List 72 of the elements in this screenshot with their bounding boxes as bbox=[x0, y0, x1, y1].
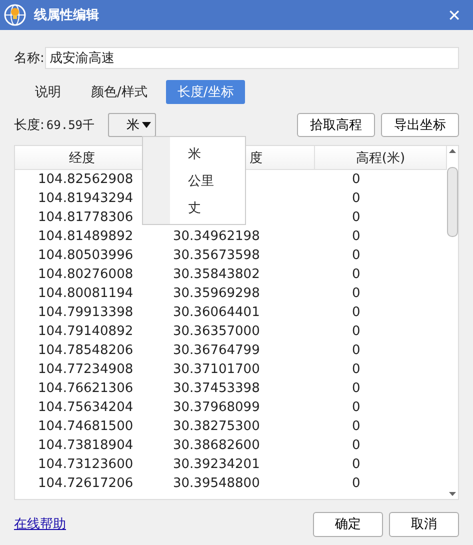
table-cell-text: 0 bbox=[351, 286, 362, 301]
table-cell-text: 0 bbox=[351, 191, 362, 206]
scrollbar[interactable] bbox=[447, 146, 458, 499]
table-cell-text: 104.80503996 bbox=[37, 248, 134, 263]
window-title: 线属性编辑 bbox=[34, 6, 100, 24]
table-cell-text: 104.80081194 bbox=[37, 286, 134, 301]
table-cell-text: 104.79913398 bbox=[37, 305, 134, 320]
scroll-down-arrow-icon[interactable] bbox=[449, 492, 456, 496]
table-cell-text: 30.36064401 bbox=[172, 305, 261, 320]
table-cell-text: 0 bbox=[351, 438, 362, 453]
table-cell-text: 30.35843802 bbox=[172, 267, 261, 282]
table-cell-text: 104.78548206 bbox=[37, 343, 134, 358]
table-cell-text: 0 bbox=[351, 343, 362, 358]
caret-icon bbox=[142, 122, 152, 128]
name-label: 名称: bbox=[14, 50, 44, 67]
table-cell-text: 30.39234201 bbox=[172, 457, 261, 472]
scroll-up-arrow-icon[interactable] bbox=[449, 149, 456, 153]
table-cell-text: 30.37453398 bbox=[172, 381, 261, 396]
table-cell-text: 0 bbox=[351, 305, 362, 320]
table-cell-text: 104.81778306 bbox=[37, 210, 134, 225]
table-cell-text: 30.35969298 bbox=[172, 286, 261, 301]
table-cell-text: 30.39548800 bbox=[172, 476, 261, 491]
table-cell-text: 0 bbox=[351, 324, 362, 339]
table-cell-text: 0 bbox=[351, 210, 362, 225]
table-cell-text: 0 bbox=[351, 457, 362, 472]
table-cell-text: 104.79140892 bbox=[37, 324, 134, 339]
dialog-button[interactable]: 取消 bbox=[389, 512, 459, 536]
table-cell-text: 104.75634204 bbox=[37, 400, 134, 415]
table-cell-text: 30.38275300 bbox=[172, 419, 261, 434]
menu-item[interactable]: 公里 bbox=[170, 167, 227, 194]
table-cell-text: 104.72617206 bbox=[37, 476, 134, 491]
table-cell-text: 0 bbox=[351, 381, 362, 396]
action-button[interactable]: 导出坐标 bbox=[381, 113, 459, 137]
help-link[interactable]: 在线帮助 bbox=[14, 515, 307, 533]
menu-item[interactable]: 米 bbox=[170, 140, 227, 167]
table-cell-text: 0 bbox=[351, 400, 362, 415]
unit-dropdown[interactable]: 米 bbox=[108, 113, 156, 137]
menu-item[interactable]: 丈 bbox=[170, 194, 227, 221]
table-cell-text: 30.37101700 bbox=[172, 362, 261, 377]
globe-icon bbox=[4, 4, 26, 26]
table-cell-text: 0 bbox=[351, 248, 362, 263]
table-cell-text: 0 bbox=[351, 362, 362, 377]
table-cell-text: 30.34962198 bbox=[172, 229, 261, 244]
table-cell-text: 104.74681500 bbox=[37, 419, 134, 434]
table-cell-text: 30.38682600 bbox=[172, 438, 261, 453]
table-cell-text: 104.76621306 bbox=[37, 381, 134, 396]
name-field[interactable]: 成安渝高速 bbox=[45, 47, 459, 69]
table-cell-text: 30.36764799 bbox=[172, 343, 261, 358]
tab[interactable]: 颜色/样式 bbox=[80, 80, 158, 104]
dialog-button[interactable]: 确定 bbox=[313, 512, 383, 536]
table-cell-text: 0 bbox=[351, 267, 362, 282]
table-cell-text: 104.81943294 bbox=[37, 191, 134, 206]
table-cell-text: 104.73818904 bbox=[37, 438, 134, 453]
table-cell-text: 30.37968099 bbox=[172, 400, 261, 415]
table-cell-text: 0 bbox=[351, 419, 362, 434]
action-button[interactable]: 拾取高程 bbox=[297, 113, 375, 137]
table-cell-text: 104.73123600 bbox=[37, 457, 134, 472]
table-cell-text: 0 bbox=[351, 476, 362, 491]
table-cell-text: 30.35673598 bbox=[172, 248, 261, 263]
table-cell-text: 0 bbox=[351, 229, 362, 244]
tab[interactable]: 长度/坐标 bbox=[166, 80, 245, 104]
table-cell-text: 104.80276008 bbox=[37, 267, 134, 282]
table-cell-text: 104.81489892 bbox=[37, 229, 134, 244]
table-cell-text: 104.82562908 bbox=[37, 172, 134, 187]
table-cell-text: 104.77234908 bbox=[37, 362, 134, 377]
table-cell-text: 30.36357000 bbox=[172, 324, 261, 339]
tab[interactable]: 说明 bbox=[24, 80, 72, 104]
length-label: 长度: bbox=[14, 117, 44, 134]
close-button[interactable]: ✕ bbox=[444, 6, 465, 24]
table-cell-text: 0 bbox=[351, 172, 362, 187]
scroll-thumb[interactable] bbox=[447, 167, 458, 237]
length-value: 69.59千 bbox=[46, 116, 96, 134]
